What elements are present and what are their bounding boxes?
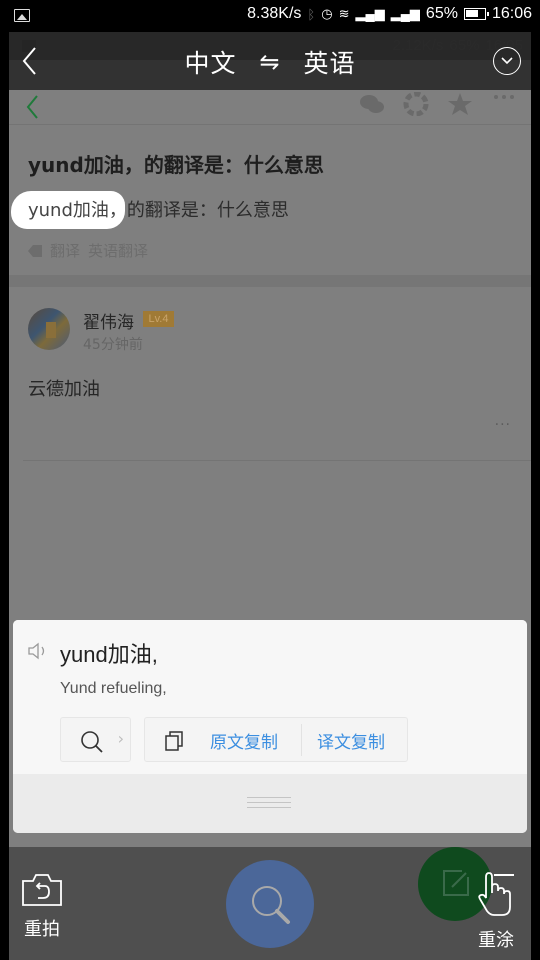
dictionary-search-button[interactable]: › (60, 717, 131, 762)
star-icon (448, 93, 472, 115)
bluetooth-icon: ᛒ (307, 6, 316, 22)
answer-divider (23, 460, 531, 461)
menu-button[interactable] (493, 47, 521, 75)
captured-app-toolbar (9, 90, 531, 125)
wifi-icon: ≋ (338, 6, 350, 21)
tag: 翻译 (50, 242, 81, 260)
highlighted-text: yund加油， (28, 200, 127, 221)
question-tags: 翻译 英语翻译 (28, 240, 148, 261)
signal-icon: ▂▄▆ (355, 6, 385, 21)
chevron-right-icon: › (117, 729, 124, 748)
camera-retake-icon (22, 874, 62, 906)
translate-header: 中文 ⇋ 英语 (9, 32, 531, 90)
copy-icon (165, 731, 183, 751)
retake-button[interactable]: 重拍 (21, 873, 63, 941)
target-language[interactable]: 英语 (304, 44, 356, 80)
signal-icon-2: ▂▄▆ (390, 6, 420, 21)
translation-card: yund加油, Yund refueling, › 原文复制 译文复制 (13, 620, 527, 833)
tag-icon (28, 244, 42, 257)
copy-separator (301, 724, 302, 756)
battery-percent: 65% (425, 5, 458, 22)
search-icon (252, 886, 290, 924)
language-pair[interactable]: 中文 ⇋ 英语 (9, 44, 531, 80)
wechat-icon (360, 95, 384, 113)
answer-time: 45分钟前 (83, 337, 143, 353)
bottom-bar: 重拍 重涂 (9, 847, 531, 960)
card-drag-area (13, 774, 527, 833)
answer-user-name: 翟伟海 (83, 313, 134, 333)
alarm-icon: ◷ (321, 6, 333, 21)
more-icon (494, 95, 514, 99)
avatar (28, 308, 70, 350)
source-language[interactable]: 中文 (184, 44, 236, 80)
tag: 英语翻译 (88, 242, 149, 260)
source-text: yund加油, (60, 642, 158, 667)
captured-back-icon (26, 95, 38, 119)
gallery-icon (14, 9, 30, 22)
swap-languages-icon[interactable]: ⇋ (259, 48, 280, 76)
question-body: yund加油，的翻译是：什么意思 (28, 196, 289, 222)
clock: 16:06 (491, 5, 532, 22)
hand-pointer-icon (478, 872, 514, 916)
answer-body: 云德加油 (28, 379, 100, 400)
retake-label: 重拍 (24, 919, 60, 940)
chevron-down-icon (501, 57, 513, 65)
search-icon (81, 731, 103, 753)
section-divider (9, 275, 531, 287)
captured-screenshot: 2.12K/s 65% 16:05 (9, 32, 531, 960)
question-title: yund加油，的翻译是：什么意思 (28, 153, 324, 177)
copy-source-button[interactable]: 原文复制 (210, 728, 278, 753)
status-bar: 8.38K/s ᛒ ◷ ≋ ▂▄▆ ▂▄▆ 65% 16:06 (0, 0, 540, 32)
network-speed: 8.38K/s (247, 5, 302, 22)
level-badge: Lv.4 (143, 311, 174, 327)
repaint-button[interactable]: 重涂 (478, 869, 522, 951)
translated-text: Yund refueling, (60, 680, 167, 697)
question-body-rest: 的翻译是：什么意思 (126, 200, 289, 221)
copy-button-group: 原文复制 译文复制 (144, 717, 408, 762)
more-options-icon: ··· (494, 417, 511, 433)
search-fab[interactable] (226, 860, 314, 948)
copy-translation-button[interactable]: 译文复制 (317, 728, 385, 753)
speaker-icon[interactable] (27, 642, 49, 660)
moments-icon (403, 92, 429, 116)
drag-handle[interactable] (247, 797, 291, 811)
repaint-label: 重涂 (478, 930, 514, 951)
edit-icon (443, 870, 469, 896)
battery-icon (463, 8, 489, 20)
